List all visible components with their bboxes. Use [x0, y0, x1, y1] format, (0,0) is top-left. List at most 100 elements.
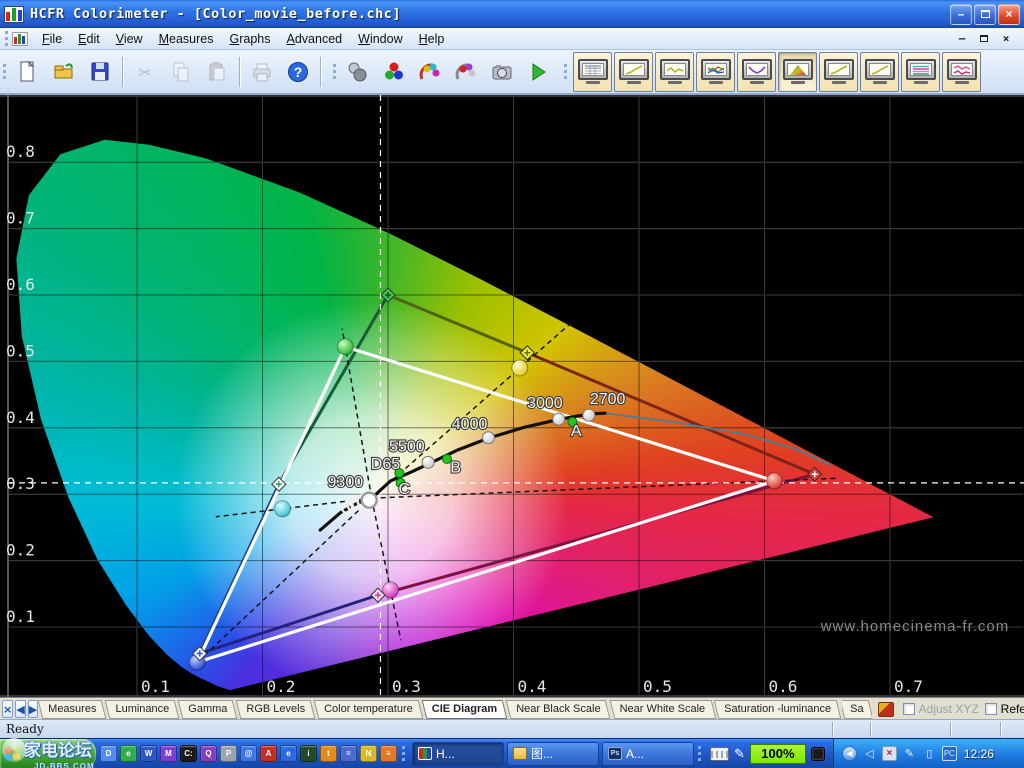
mobile-device-icon[interactable]: ▯: [922, 746, 937, 761]
paste-button: [199, 53, 235, 91]
mail-icon[interactable]: @: [240, 745, 257, 762]
power-plug-icon[interactable]: [810, 746, 825, 761]
restore-button[interactable]: [974, 3, 996, 25]
cut-icon: ✂: [138, 65, 151, 82]
run-measures-button[interactable]: [520, 53, 556, 91]
command-prompt-icon[interactable]: C:: [180, 745, 197, 762]
notepad-icon[interactable]: N: [360, 745, 377, 762]
printer-icon[interactable]: P: [220, 745, 237, 762]
near-white-view-button[interactable]: [860, 51, 899, 92]
new-file-button[interactable]: [10, 53, 46, 91]
hcfr-application-window: HCFR Colorimeter - [Color_movie_before.c…: [0, 0, 1024, 768]
ime-status-button[interactable]: 100%: [749, 743, 806, 764]
temp-5500-marker: [421, 455, 435, 469]
gamma-view-button[interactable]: [614, 51, 653, 92]
mdi-close-button[interactable]: ×: [998, 32, 1014, 46]
sensor-small-icon[interactable]: [877, 701, 894, 717]
prev-tab-button[interactable]: ◀: [15, 700, 26, 718]
monitor-icon: [700, 59, 731, 80]
internet-globe-icon[interactable]: e: [120, 745, 137, 762]
checkbox-adjust-xyz: Adjust XYZ: [902, 702, 979, 716]
cie-diagram-view-button[interactable]: [778, 51, 817, 92]
media-player-icon[interactable]: M: [160, 745, 177, 762]
rgb-levels-view-button[interactable]: [696, 51, 735, 92]
measured-red-marker: [766, 472, 784, 490]
task-folder[interactable]: 图...: [507, 741, 599, 766]
network-error-icon[interactable]: ×: [881, 746, 897, 761]
task-hcfr[interactable]: H...: [412, 741, 504, 766]
forum-watermark: 家电论坛 JD-BBS.COM: [2, 736, 95, 768]
next-tab-button[interactable]: ▶: [27, 700, 39, 718]
svg-text:0.7: 0.7: [6, 209, 35, 228]
internet-explorer-icon[interactable]: e: [280, 745, 297, 762]
near-black-view-button[interactable]: [819, 51, 858, 92]
ps-icon: Ps: [608, 747, 622, 760]
measure-grayscale-button[interactable]: [448, 53, 484, 91]
menu-edit[interactable]: Edit: [70, 30, 108, 48]
menu-window[interactable]: Window: [350, 30, 410, 48]
tab-rgb-levels[interactable]: RGB Levels: [238, 700, 313, 719]
mdi-minimize-button[interactable]: –: [954, 32, 970, 46]
measured-cyan-marker: [274, 500, 292, 518]
toolbar-grip: [5, 31, 8, 46]
checkbox-reference[interactable]: Reference: [984, 702, 1024, 716]
tab-color-temperature[interactable]: Color temperature: [316, 700, 421, 719]
measure-secondaries-button[interactable]: [412, 53, 448, 91]
checkbox-box[interactable]: [984, 703, 997, 715]
tab-measures[interactable]: Measures: [40, 700, 104, 719]
help-button[interactable]: ?: [280, 53, 316, 91]
saturation-view-button[interactable]: [901, 51, 940, 92]
scheduler-icon[interactable]: t: [320, 745, 337, 762]
monitor-icon: [577, 59, 608, 80]
playlist-icon[interactable]: ≡: [380, 745, 397, 762]
open-file-button[interactable]: [46, 53, 82, 91]
tab-gamma[interactable]: Gamma: [180, 700, 235, 719]
monitor-icon: [823, 59, 854, 80]
svg-text:0.2: 0.2: [6, 541, 35, 560]
measured-yellow-marker: [511, 359, 529, 377]
keyboard-layout-icon[interactable]: [710, 746, 729, 761]
display-settings-icon[interactable]: PC: [941, 746, 957, 761]
collapse-tray-icon[interactable]: ◀: [841, 746, 857, 761]
pen-input-icon[interactable]: ✎: [902, 746, 917, 761]
menu-advanced[interactable]: Advanced: [279, 30, 351, 48]
measures-view-button[interactable]: [573, 51, 612, 92]
menu-file[interactable]: File: [34, 30, 70, 48]
winamp-icon[interactable]: A: [260, 745, 277, 762]
minimize-button[interactable]: –: [950, 3, 972, 25]
close-view-button[interactable]: ×: [2, 700, 14, 718]
tab-saturation-luminance[interactable]: Saturation -luminance: [716, 700, 839, 719]
snapshot-button[interactable]: [484, 53, 520, 91]
close-button[interactable]: ×: [998, 3, 1020, 25]
tab-luminance[interactable]: Luminance: [107, 700, 177, 719]
menu-items: File Edit View Measures Graphs Advanced Window…: [34, 30, 452, 48]
grid-lines-over: [8, 96, 1023, 695]
show-desktop-icon[interactable]: D: [100, 745, 117, 762]
save-file-button[interactable]: [82, 53, 118, 91]
calculator-icon[interactable]: =: [340, 745, 357, 762]
volume-icon[interactable]: ◁: [862, 746, 877, 761]
task-ps[interactable]: Ps A...: [602, 741, 694, 766]
color-temperature-view-button[interactable]: [737, 51, 776, 92]
tab-near-black-scale[interactable]: Near Black Scale: [508, 700, 608, 719]
luminance-view-button[interactable]: [655, 51, 694, 92]
tab-cie-diagram[interactable]: CIE Diagram: [424, 700, 505, 719]
tab-sa[interactable]: Sa: [842, 700, 871, 719]
menu-view[interactable]: View: [108, 30, 151, 48]
ico-tool-icon[interactable]: i: [300, 745, 317, 762]
svg-text:0.6: 0.6: [6, 275, 35, 294]
start-button[interactable]: 家电论坛 JD-BBS.COM: [0, 736, 96, 768]
word-icon[interactable]: W: [140, 745, 157, 762]
quicktime-icon[interactable]: Q: [200, 745, 217, 762]
free-measures-view-button[interactable]: [942, 51, 981, 92]
menu-help[interactable]: Help: [411, 30, 453, 48]
tab-near-white-scale[interactable]: Near White Scale: [612, 700, 714, 719]
mdi-restore-button[interactable]: [976, 32, 992, 46]
open-icon: [54, 62, 73, 78]
measure-primaries-button[interactable]: [376, 53, 412, 91]
svg-text:0.6: 0.6: [769, 677, 798, 696]
menu-graphs[interactable]: Graphs: [222, 30, 279, 48]
menu-measures[interactable]: Measures: [151, 30, 222, 48]
sensor-config-button[interactable]: [340, 53, 376, 91]
pen-input-icon[interactable]: ✎: [734, 746, 745, 762]
